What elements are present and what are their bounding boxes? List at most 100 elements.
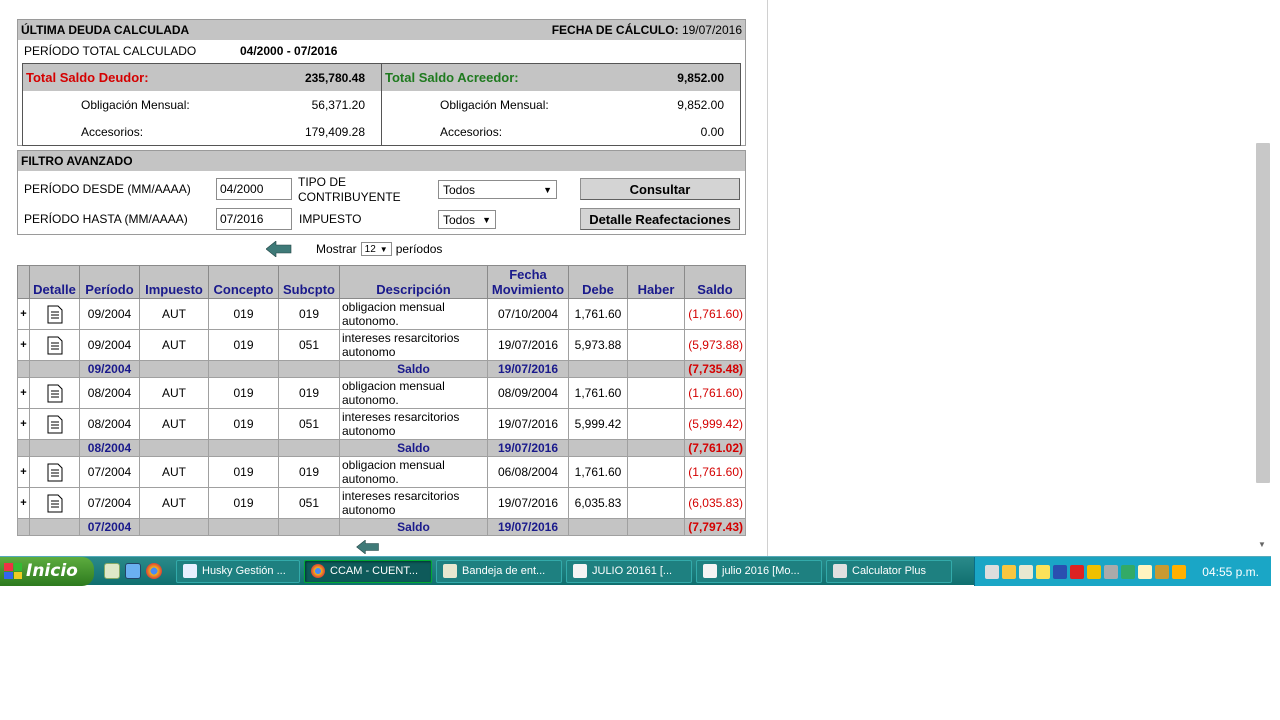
empty-cell xyxy=(278,360,340,378)
expand-button[interactable]: + xyxy=(17,377,30,409)
subcpto-cell: 019 xyxy=(278,456,340,488)
tray-icon[interactable] xyxy=(1155,564,1169,579)
empty-cell xyxy=(568,360,628,378)
movimientos-table: Detalle Período Impuesto Concepto Subcpt… xyxy=(17,265,746,536)
concepto-cell: 019 xyxy=(208,298,279,330)
document-icon[interactable] xyxy=(47,336,63,355)
document-icon[interactable] xyxy=(47,384,63,403)
periodo-cell: 09/2004 xyxy=(79,298,140,330)
table-header-row: Detalle Período Impuesto Concepto Subcpt… xyxy=(17,265,746,299)
subcpto-cell: 019 xyxy=(278,298,340,330)
saldo-label-cell: Saldo xyxy=(339,439,488,457)
task-ccam[interactable]: CCAM - CUENT... xyxy=(304,559,432,583)
expand-button[interactable]: + xyxy=(17,298,30,330)
chrome-icon[interactable] xyxy=(146,563,162,579)
deudor-acc-value: 179,409.28 xyxy=(304,124,365,139)
table-row: + 07/2004 AUT 019 051 intereses resarcit… xyxy=(17,487,746,519)
saldo-cell: (7,735.48) xyxy=(684,360,746,378)
empty-cell xyxy=(627,360,685,378)
detail-cell xyxy=(29,487,80,519)
tray-icon[interactable] xyxy=(1104,564,1118,579)
expand-button[interactable]: + xyxy=(17,487,30,519)
periodo-cell: 09/2004 xyxy=(79,329,140,361)
tipo-select-value: Todos xyxy=(443,182,476,197)
debe-cell: 5,973.88 xyxy=(568,329,628,361)
task-julio-20161[interactable]: JULIO 20161 [... xyxy=(566,559,692,583)
tray-icon[interactable] xyxy=(1053,564,1067,579)
document-icon[interactable] xyxy=(47,463,63,482)
expand-col-header xyxy=(17,265,30,299)
concepto-cell: 019 xyxy=(208,456,279,488)
ultima-deuda-header: ÚLTIMA DEUDA CALCULADA FECHA DE CÁLCULO:… xyxy=(18,20,745,40)
start-button[interactable]: Inicio xyxy=(0,556,94,586)
task-calculator[interactable]: Calculator Plus xyxy=(826,559,952,583)
chevron-down-icon: ▼ xyxy=(482,214,491,225)
hasta-input[interactable] xyxy=(216,208,292,230)
expand-button[interactable]: + xyxy=(17,408,30,440)
cantidad-periodos-select[interactable]: 12 ▼ xyxy=(360,242,392,256)
saldo-acreedor-col: Total Saldo Acreedor: 9,852.00 Obligació… xyxy=(381,64,740,145)
previous-page-arrow-icon[interactable] xyxy=(266,241,292,257)
empty-cell xyxy=(627,518,685,536)
expand-button[interactable]: + xyxy=(17,456,30,488)
fecha-cell: 19/07/2016 xyxy=(487,360,569,378)
ie-icon[interactable] xyxy=(125,563,141,579)
mail-icon xyxy=(443,564,457,578)
tray-icon[interactable] xyxy=(985,564,999,579)
col-periodo: Período xyxy=(79,265,140,299)
detail-cell xyxy=(29,408,80,440)
impuesto-cell: AUT xyxy=(139,487,209,519)
document-icon[interactable] xyxy=(47,415,63,434)
tray-icon[interactable] xyxy=(1172,564,1186,579)
tray-icon[interactable] xyxy=(1121,564,1135,579)
task-husky[interactable]: Husky Gestión ... xyxy=(176,559,300,583)
periodo-cell: 08/2004 xyxy=(79,439,140,457)
bottom-previous-arrow-icon[interactable] xyxy=(355,540,381,554)
empty-cell xyxy=(139,518,209,536)
tray-icon[interactable] xyxy=(1019,564,1033,579)
browser-page: ÚLTIMA DEUDA CALCULADA FECHA DE CÁLCULO:… xyxy=(0,0,768,556)
tray-icon[interactable] xyxy=(1138,564,1152,579)
periodo-cell: 07/2004 xyxy=(79,487,140,519)
tipo-contribuyente-select[interactable]: Todos ▼ xyxy=(438,180,557,199)
table-row: + 09/2004 AUT 019 051 intereses resarcit… xyxy=(17,329,746,361)
haber-cell xyxy=(627,408,685,440)
fecha-cell: 19/07/2016 xyxy=(487,329,569,361)
tray-icon[interactable] xyxy=(1002,564,1016,579)
descripcion-cell: obligacion mensual autonomo. xyxy=(339,377,488,409)
descripcion-cell: intereses resarcitorios autonomo xyxy=(339,487,488,519)
fecha-cell: 19/07/2016 xyxy=(487,408,569,440)
desde-input[interactable] xyxy=(216,178,292,200)
vertical-scrollbar[interactable] xyxy=(1256,143,1270,483)
impuesto-select[interactable]: Todos ▼ xyxy=(438,210,496,229)
expand-button[interactable]: + xyxy=(17,329,30,361)
scroll-down-icon[interactable]: ▼ xyxy=(1258,540,1266,549)
task-label: Husky Gestión ... xyxy=(202,565,286,577)
descripcion-cell: intereses resarcitorios autonomo xyxy=(339,408,488,440)
empty-cell xyxy=(139,360,209,378)
haber-cell xyxy=(627,456,685,488)
fecha-cell: 19/07/2016 xyxy=(487,487,569,519)
fecha-calculo: FECHA DE CÁLCULO: 19/07/2016 xyxy=(552,23,742,37)
detalle-reafectaciones-button[interactable]: Detalle Reafectaciones xyxy=(580,208,740,230)
document-icon[interactable] xyxy=(47,494,63,513)
task-bandeja[interactable]: Bandeja de ent... xyxy=(436,559,562,583)
task-julio-2016[interactable]: julio 2016 [Mo... xyxy=(696,559,822,583)
table-row: + 08/2004 AUT 019 051 intereses resarcit… xyxy=(17,408,746,440)
fecha-cell: 19/07/2016 xyxy=(487,439,569,457)
fecha-calculo-label: FECHA DE CÁLCULO: xyxy=(551,23,679,37)
acreedor-oblig-value: 9,852.00 xyxy=(677,97,724,112)
saldo-acreedor-total: 9,852.00 xyxy=(677,70,724,85)
consultar-button[interactable]: Consultar xyxy=(580,178,740,200)
impuesto-label: IMPUESTO xyxy=(299,212,362,226)
tray-icon[interactable] xyxy=(1036,564,1050,579)
deudor-oblig-value: 56,371.20 xyxy=(311,97,365,112)
empty-cell xyxy=(17,518,30,536)
tray-icon[interactable] xyxy=(1087,564,1101,579)
ultima-deuda-panel: ÚLTIMA DEUDA CALCULADA FECHA DE CÁLCULO:… xyxy=(17,19,746,146)
tray-icon[interactable] xyxy=(1070,564,1084,579)
mail-icon[interactable] xyxy=(104,563,120,579)
document-icon[interactable] xyxy=(47,305,63,324)
saldo-cell: (7,797.43) xyxy=(684,518,746,536)
periodo-cell: 07/2004 xyxy=(79,518,140,536)
